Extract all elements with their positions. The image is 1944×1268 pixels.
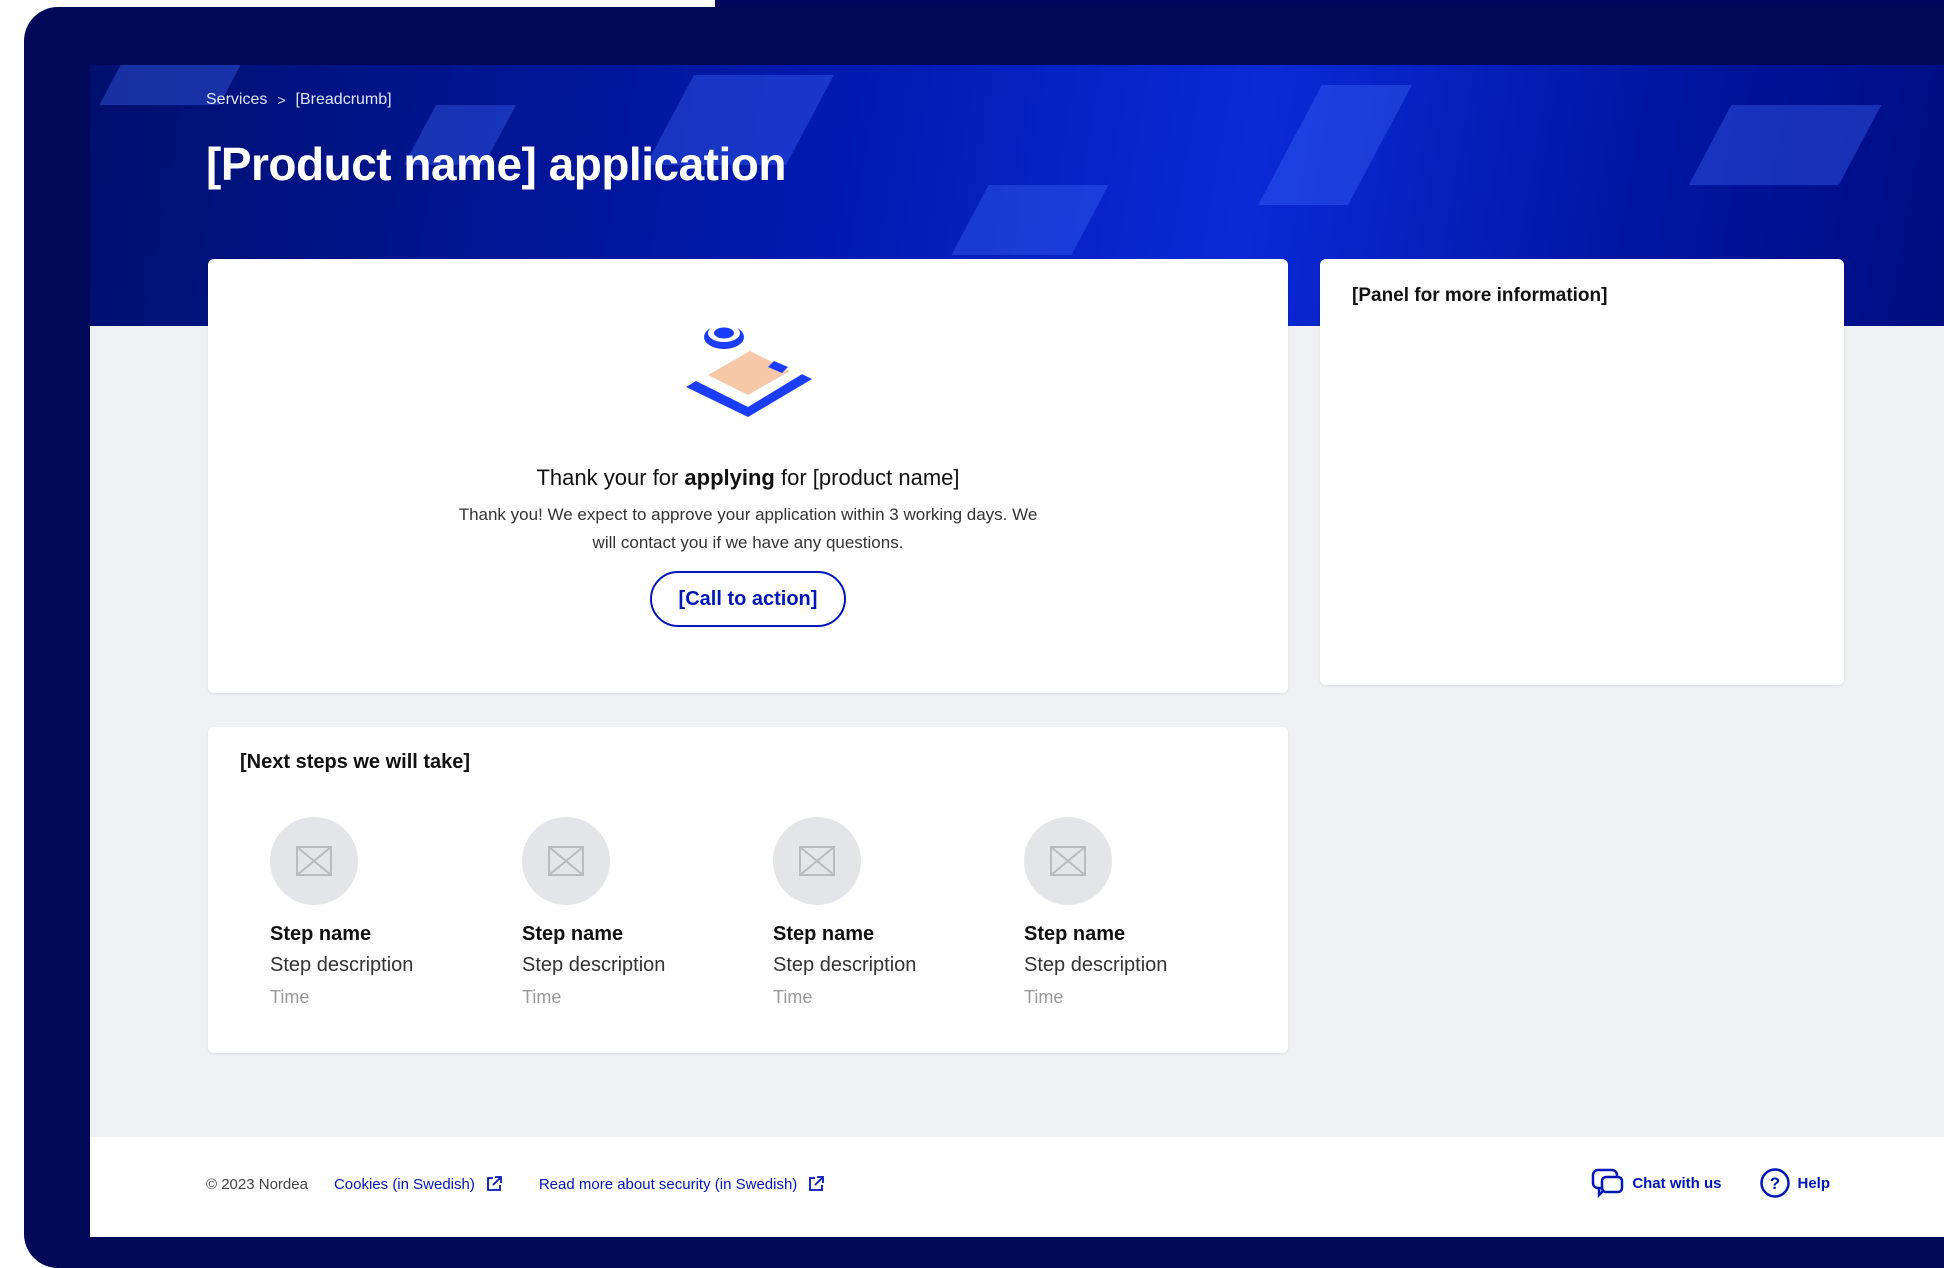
page-title: [Product name] application [206,138,786,190]
step-name: Step name [522,923,624,945]
call-to-action-button[interactable]: [Call to action] [650,571,846,627]
image-placeholder-icon [270,817,358,905]
hero-decoration [1688,105,1882,185]
steps-list: Step name Step description Time Step nam… [270,817,1270,1027]
security-link[interactable]: Read more about security (in Swedish) [539,1175,825,1193]
info-panel-title: [Panel for more information] [1352,285,1608,306]
step-item: Step name Step description Time [270,817,510,1008]
step-name: Step name [1024,923,1126,945]
step-description: Step description [522,954,666,976]
help-icon: ? [1760,1168,1791,1198]
cookies-link[interactable]: Cookies (in Swedish) [334,1175,503,1193]
confirmation-card: Thank your for applying for [product nam… [208,259,1288,693]
svg-text:?: ? [1770,1174,1780,1193]
hero-decoration [951,185,1109,255]
step-item: Step name Step description Time [522,817,762,1008]
app-screen: Services > [Breadcrumb] [Product name] a… [90,65,1944,1237]
confirmation-body: Thank you! We expect to approve your app… [458,505,1038,552]
copyright-text: © 2023 Nordea [206,1175,308,1193]
step-description: Step description [1024,954,1168,976]
external-link-icon [809,1176,825,1191]
footer-actions: Chat with us ? Help [1590,1167,1830,1199]
breadcrumb-link-services[interactable]: Services [206,91,267,109]
step-name: Step name [773,923,875,945]
step-time: Time [1024,987,1064,1007]
external-link-icon [486,1176,502,1191]
breadcrumb: Services > [Breadcrumb] [206,91,392,109]
step-time: Time [522,987,562,1007]
step-description: Step description [270,954,414,976]
step-name: Step name [270,923,372,945]
step-time: Time [773,987,813,1007]
chat-label: Chat with us [1632,1174,1722,1192]
info-panel: [Panel for more information] [1320,259,1844,685]
step-item: Step name Step description Time [1024,817,1264,1008]
confirmation-title-pre: Thank your for [536,465,685,490]
help-label: Help [1797,1174,1830,1192]
step-description: Step description [773,954,917,976]
device-frame: Services > [Breadcrumb] [Product name] a… [24,7,1944,1268]
chat-icon [1592,1168,1624,1199]
image-placeholder-icon [522,817,610,905]
step-time: Time [270,987,310,1007]
chat-button[interactable]: Chat with us [1590,1167,1721,1199]
page-footer: © 2023 Nordea Cookies (in Swedish) Read … [90,1137,1944,1237]
breadcrumb-current: [Breadcrumb] [295,91,392,108]
next-steps-title: [Next steps we will take] [240,751,471,773]
image-placeholder-icon [1024,817,1112,905]
next-steps-card: [Next steps we will take] Step name Step… [208,727,1288,1053]
confirmation-title: Thank your for applying for [product nam… [208,465,1288,491]
hero-decoration [1258,85,1412,205]
confirmation-title-bold: applying [684,465,775,490]
image-placeholder-icon [773,817,861,905]
step-item: Step name Step description Time [773,817,1013,1008]
confirmation-title-post: for [product name] [774,465,960,490]
cookies-link-label: Cookies (in Swedish) [333,1175,475,1193]
breadcrumb-separator: > [277,92,286,108]
footer-links: © 2023 Nordea Cookies (in Swedish) Read … [206,1175,825,1193]
security-link-label: Read more about security (in Swedish) [538,1175,798,1193]
application-illustration-icon [686,324,812,417]
help-button[interactable]: ? Help [1759,1167,1830,1199]
